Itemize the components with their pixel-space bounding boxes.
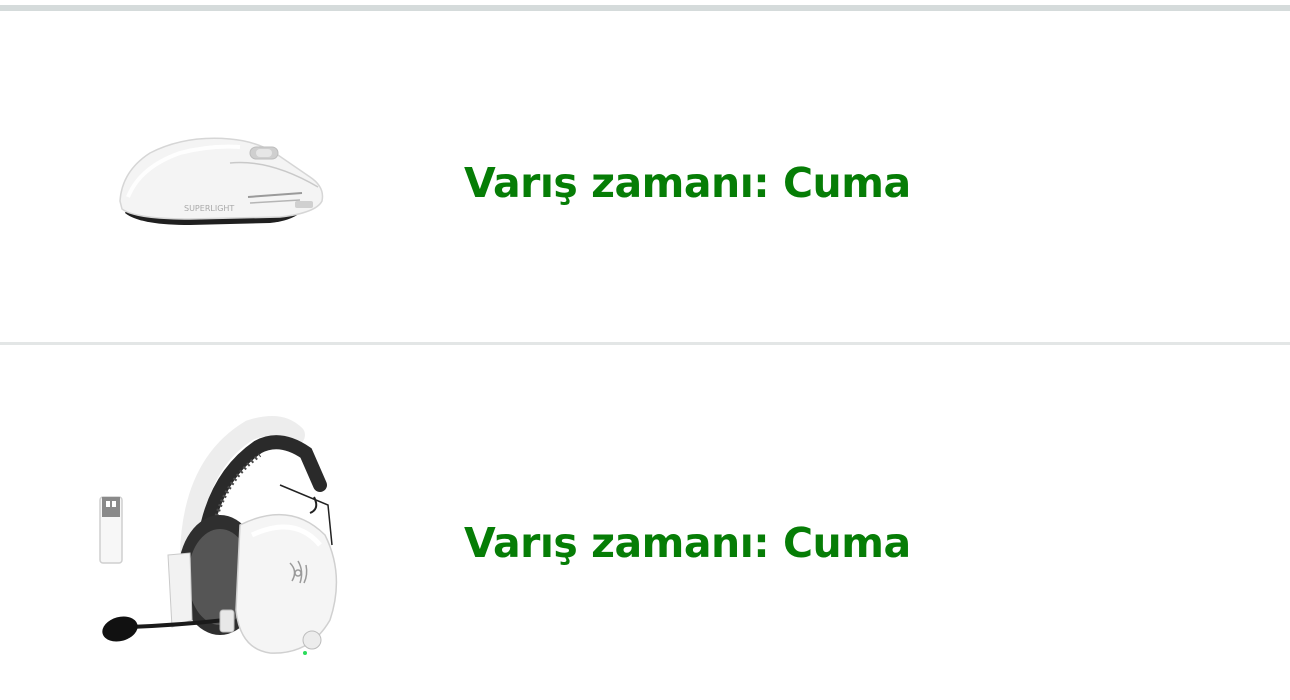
order-item: SUPERLIGHT Varış zamanı: Cuma xyxy=(0,11,1290,342)
product-image-headset[interactable] xyxy=(80,405,370,670)
order-items-list: SUPERLIGHT Varış zamanı: Cuma Varış zama… xyxy=(0,0,1290,700)
product-image-mouse[interactable]: SUPERLIGHT xyxy=(80,101,370,251)
delivery-status: Varış zamanı: Cuma xyxy=(464,159,911,207)
mouse-illustration: SUPERLIGHT xyxy=(119,137,324,225)
order-item: Varış zamanı: Cuma xyxy=(0,345,1290,700)
delivery-status: Varış zamanı: Cuma xyxy=(464,519,911,567)
mouse-logo-text: SUPERLIGHT xyxy=(184,204,234,213)
headset-illustration xyxy=(99,416,338,655)
